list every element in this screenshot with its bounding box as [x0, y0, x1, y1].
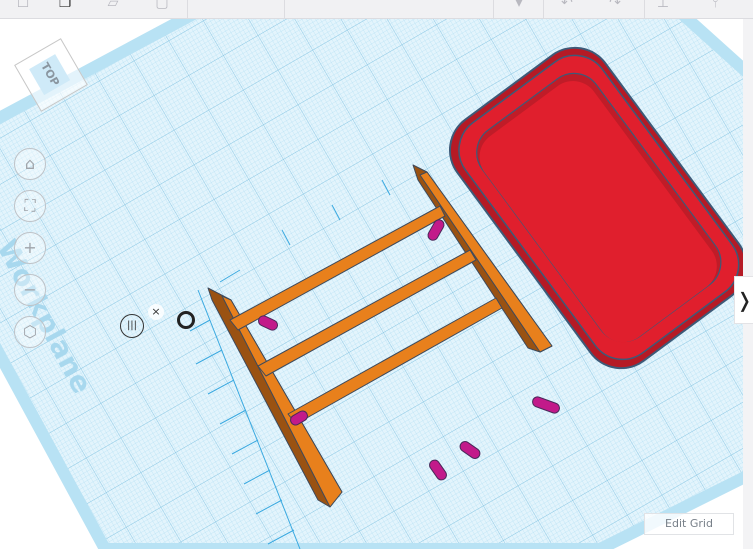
- duplicate-icon[interactable]: ❐: [56, 0, 74, 12]
- toolbar-divider: [644, 0, 645, 18]
- workplane-canvas[interactable]: [0, 19, 753, 549]
- group-icon[interactable]: ▱: [104, 0, 122, 12]
- edit-grid-button[interactable]: Edit Grid: [644, 513, 734, 535]
- close-icon: ×: [151, 305, 161, 318]
- toolbar-divider: [493, 0, 494, 18]
- panel-toggle-button[interactable]: ❭: [734, 276, 753, 324]
- fit-icon: ⛶: [24, 196, 36, 215]
- home-icon: ⌂: [24, 154, 36, 173]
- minus-icon: −: [23, 280, 37, 299]
- workplane-origin-marker[interactable]: [177, 311, 195, 329]
- snap-grid-handle[interactable]: |||: [120, 314, 144, 338]
- new-shape-icon[interactable]: ☐: [14, 0, 32, 12]
- redo-icon[interactable]: ↷: [606, 0, 624, 12]
- delete-icon[interactable]: ▢: [153, 0, 171, 12]
- toolbar-divider: [187, 0, 188, 18]
- perspective-cube-icon: ⬡: [23, 322, 37, 341]
- close-button[interactable]: ×: [148, 304, 164, 320]
- chevron-right-icon: ❭: [736, 288, 753, 312]
- home-view-button[interactable]: ⌂: [14, 148, 46, 180]
- zoom-out-button[interactable]: −: [14, 274, 46, 306]
- view-cube-top-face[interactable]: TOP: [29, 54, 71, 96]
- view-mode-button[interactable]: ⬡: [14, 316, 46, 348]
- undo-icon[interactable]: ↶: [558, 0, 576, 12]
- mirror-icon[interactable]: ⫯: [706, 0, 724, 12]
- fit-view-button[interactable]: ⛶: [14, 190, 46, 222]
- align-icon[interactable]: ⊥: [654, 0, 672, 12]
- plus-icon: +: [23, 238, 37, 257]
- toolbar-divider: [284, 0, 285, 18]
- light-bulb-icon[interactable]: ▾: [510, 0, 528, 12]
- toolbar-divider: [543, 0, 544, 18]
- snap-icon: |||: [126, 320, 138, 331]
- zoom-in-button[interactable]: +: [14, 232, 46, 264]
- toolbar: ☐ ❐ ▱ ▢ ▾ ↶ ↷ ⊥ ⫯: [0, 0, 753, 19]
